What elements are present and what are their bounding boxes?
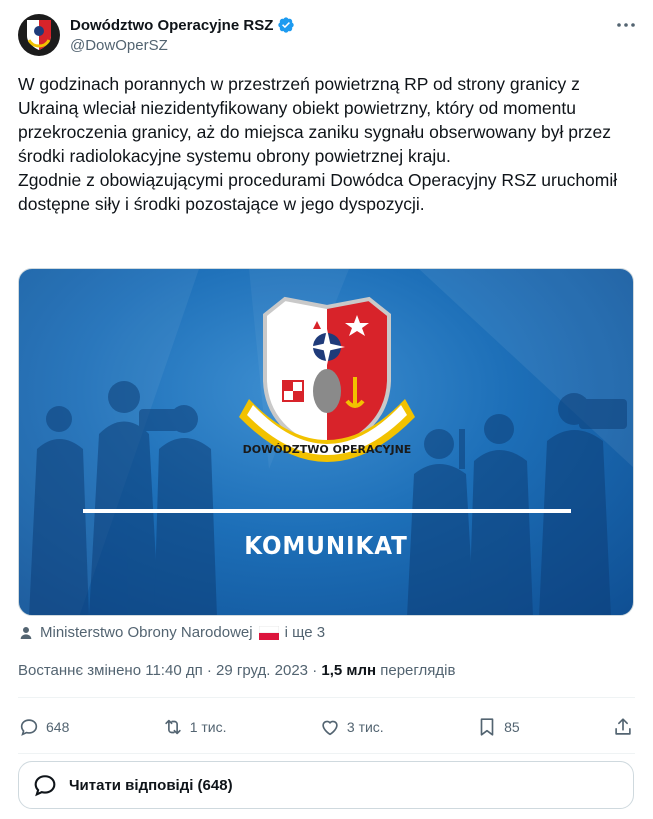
edited-label[interactable]: Востаннє змінено xyxy=(18,662,141,679)
tweet-meta: Востаннє змінено 11:40 дп · 29 груд. 202… xyxy=(18,662,455,679)
repost-icon xyxy=(165,719,181,735)
read-replies-button[interactable]: Читати відповіді (648) xyxy=(18,761,634,809)
tweet-date[interactable]: 29 груд. 2023 xyxy=(216,662,308,679)
tweet-paragraph: W godzinach porannych w przestrzeń powie… xyxy=(18,74,612,166)
tweet-text: W godzinach porannych w przestrzeń powie… xyxy=(18,72,633,216)
bookmark-icon xyxy=(480,718,494,736)
more-options-icon[interactable] xyxy=(615,16,637,34)
image-artwork: DOWÓDZTWO OPERACYJNE xyxy=(19,269,633,615)
tagged-users[interactable]: Ministerstwo Obrony Narodowej і ще 3 xyxy=(18,624,325,641)
repost-count: 1 тис. xyxy=(189,719,227,735)
meta-separator: · xyxy=(206,662,212,679)
share-icon xyxy=(615,718,631,735)
author-name-text[interactable]: Dowództwo Operacyjne RSZ xyxy=(70,17,273,34)
emblem-icon xyxy=(27,20,51,50)
divider xyxy=(18,753,635,754)
divider xyxy=(18,697,635,698)
repost-button[interactable]: 1 тис. xyxy=(162,716,227,738)
author-handle[interactable]: @DowOperSZ xyxy=(70,37,168,54)
views-count: 1,5 млн xyxy=(321,662,377,679)
read-replies-label: Читати відповіді (648) xyxy=(69,776,233,794)
tagged-more[interactable]: і ще 3 xyxy=(285,624,326,641)
reply-icon xyxy=(20,719,38,736)
verified-badge-icon xyxy=(278,17,295,33)
reply-count: 648 xyxy=(46,719,70,735)
avatar[interactable] xyxy=(18,14,60,56)
author-name[interactable]: Dowództwo Operacyjne RSZ xyxy=(70,16,295,34)
reply-button[interactable]: 648 xyxy=(18,716,69,738)
tagged-name[interactable]: Ministerstwo Obrony Narodowej xyxy=(40,624,253,641)
views-label: переглядів xyxy=(380,662,456,679)
action-bar: 648 1 тис. 3 тис. 85 xyxy=(18,712,634,742)
tweet-image[interactable]: DOWÓDZTWO OPERACYJNE KOMUNIKAT xyxy=(18,268,634,616)
emblem-text: DOWÓDZTWO OPERACYJNE xyxy=(243,443,412,456)
heart-icon xyxy=(322,720,338,736)
tweet-paragraph: Zgodnie z obowiązującymi procedurami Dow… xyxy=(18,170,618,214)
reply-icon xyxy=(34,775,56,797)
image-caption: KOMUNIKAT xyxy=(244,531,408,560)
like-count: 3 тис. xyxy=(346,719,384,735)
person-icon xyxy=(20,626,32,639)
like-button[interactable]: 3 тис. xyxy=(319,716,384,738)
share-button[interactable] xyxy=(612,716,634,738)
meta-separator: · xyxy=(312,662,318,679)
bookmark-button[interactable]: 85 xyxy=(476,716,520,738)
tweet-time[interactable]: 11:40 дп xyxy=(145,662,202,679)
bookmark-count: 85 xyxy=(504,719,520,735)
poland-flag-icon xyxy=(258,625,279,640)
